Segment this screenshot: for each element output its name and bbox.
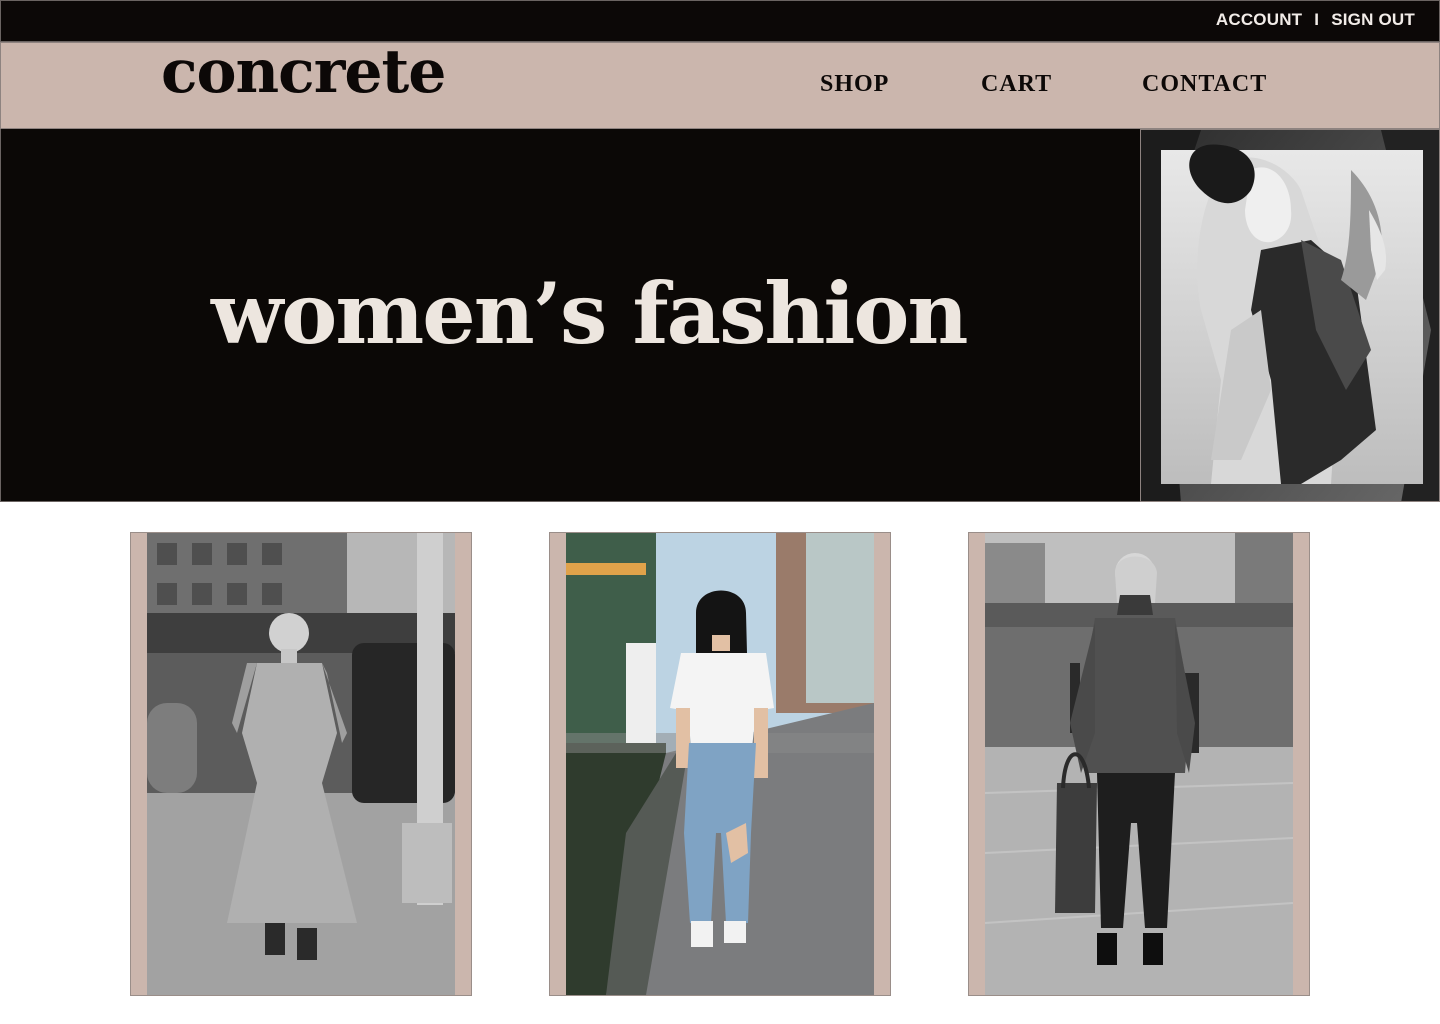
account-link[interactable]: ACCOUNT — [1216, 10, 1302, 30]
product-card[interactable] — [549, 532, 891, 996]
hero-collage-image — [1140, 129, 1440, 502]
nav-cart[interactable]: CART — [981, 71, 1052, 98]
nav-contact[interactable]: CONTACT — [1142, 71, 1267, 98]
product-card[interactable] — [968, 532, 1310, 996]
brand-logo[interactable]: concrete — [161, 37, 446, 107]
account-links: ACCOUNT I SIGN OUT — [1216, 10, 1415, 30]
hero-banner: women’s fashion — [0, 129, 1140, 502]
top-utility-bar: ACCOUNT I SIGN OUT — [0, 0, 1440, 42]
link-separator: I — [1314, 10, 1320, 29]
hero-title: women’s fashion — [211, 264, 968, 363]
main-navbar: concrete SHOP CART CONTACT — [0, 37, 1440, 129]
product-photo-sweater[interactable] — [985, 533, 1293, 995]
product-photo-jeans[interactable] — [566, 533, 874, 995]
product-card[interactable] — [130, 532, 472, 996]
product-photo-dress[interactable] — [147, 533, 455, 995]
sign-out-link[interactable]: SIGN OUT — [1331, 10, 1415, 30]
nav-shop[interactable]: SHOP — [820, 71, 889, 98]
